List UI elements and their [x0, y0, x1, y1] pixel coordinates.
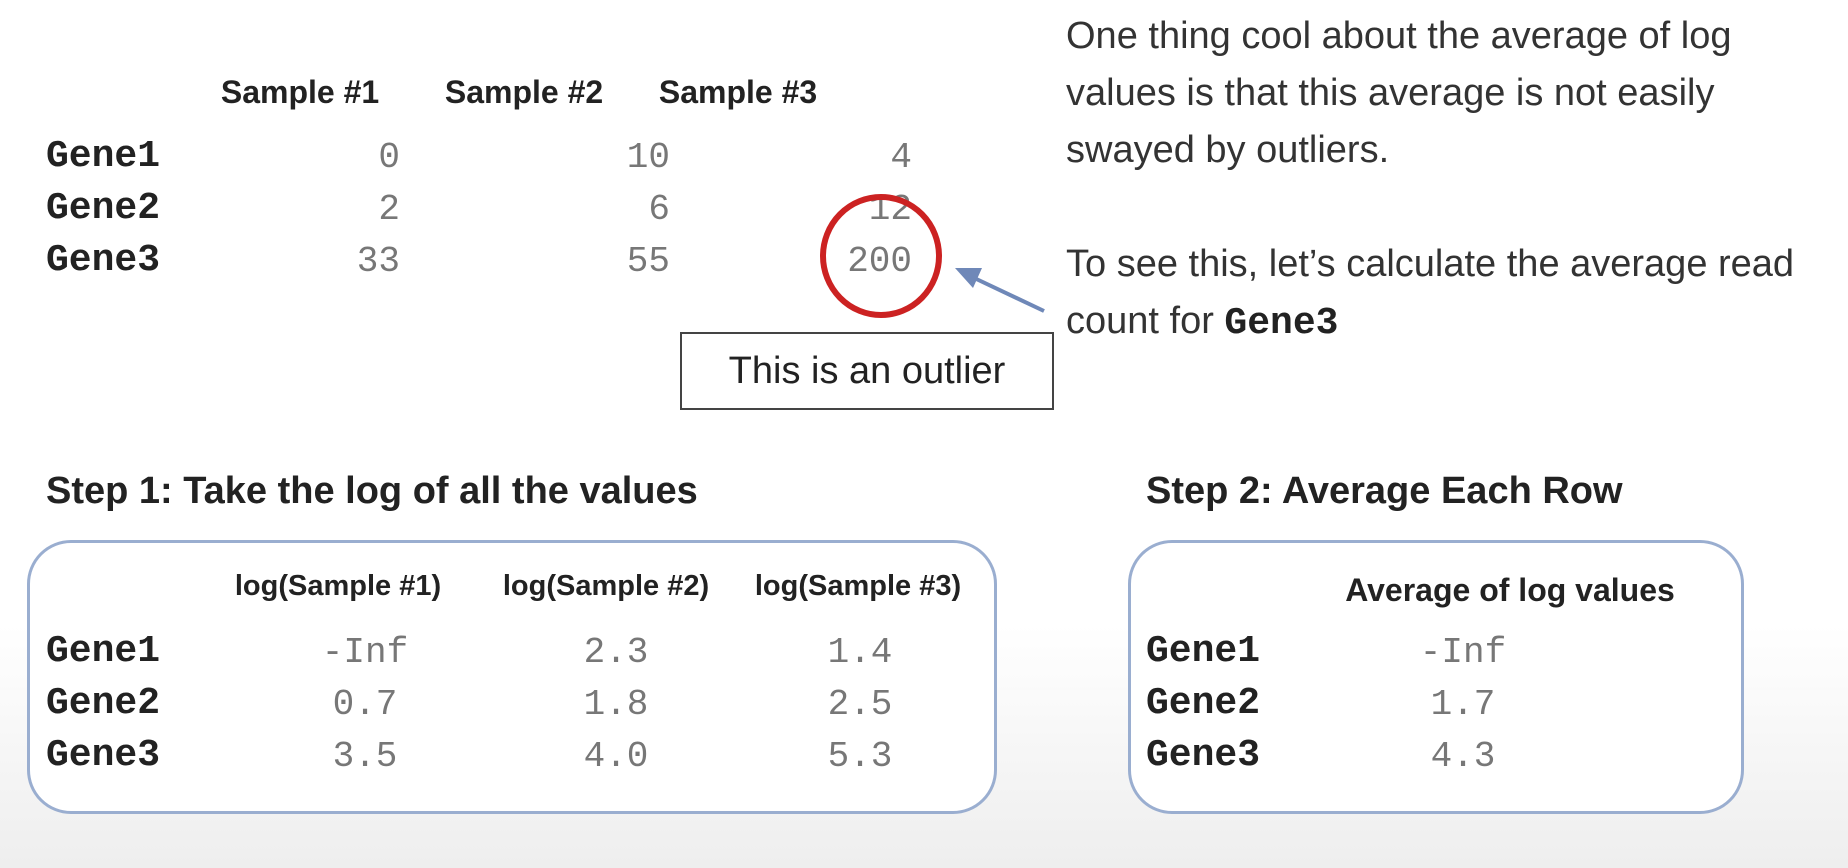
step2-header: Average of log values — [1345, 572, 1675, 608]
pointer-arrow-line — [969, 274, 1045, 313]
step1-cell: 5.3 — [827, 736, 893, 777]
step1-row-label-gene3: Gene3 — [46, 734, 161, 777]
step1-cell: 3.5 — [332, 736, 398, 777]
explanation-text: One thing cool about the average of log … — [1066, 8, 1836, 352]
explanation-paragraph-1: One thing cool about the average of log … — [1066, 15, 1732, 171]
step1-cell: 1.4 — [827, 632, 893, 673]
step1-cell: 1.8 — [583, 684, 649, 725]
step2-cell: 1.7 — [1430, 684, 1496, 725]
step1-cell: -Inf — [321, 632, 409, 673]
step2-row-label-gene1: Gene1 — [1146, 630, 1261, 673]
outlier-circle — [820, 194, 942, 318]
step2-cell: -Inf — [1419, 632, 1507, 673]
step1-header-2: log(Sample #2) — [502, 570, 710, 602]
step2-row-label-gene2: Gene2 — [1146, 682, 1261, 725]
explanation-gene-name: Gene3 — [1224, 302, 1339, 345]
step2-cell: 4.3 — [1430, 736, 1496, 777]
step1-cell: 0.7 — [332, 684, 398, 725]
step1-header-3: log(Sample #3) — [754, 570, 962, 602]
step2-title: Step 2: Average Each Row — [1146, 470, 1623, 512]
step1-row-label-gene2: Gene2 — [46, 682, 161, 725]
step1-cell: 4.0 — [583, 736, 649, 777]
step1-row-label-gene1: Gene1 — [46, 630, 161, 673]
explanation-paragraph-2-text: To see this, let’s calculate the average… — [1066, 243, 1795, 342]
outlier-label: This is an outlier — [680, 332, 1054, 410]
step1-header-1: log(Sample #1) — [234, 570, 442, 602]
step1-cell: 2.3 — [583, 632, 649, 673]
step1-cell: 2.5 — [827, 684, 893, 725]
explanation-paragraph-2: To see this, let’s calculate the average… — [1066, 236, 1836, 352]
step1-title: Step 1: Take the log of all the values — [46, 470, 698, 512]
step2-row-label-gene3: Gene3 — [1146, 734, 1261, 777]
